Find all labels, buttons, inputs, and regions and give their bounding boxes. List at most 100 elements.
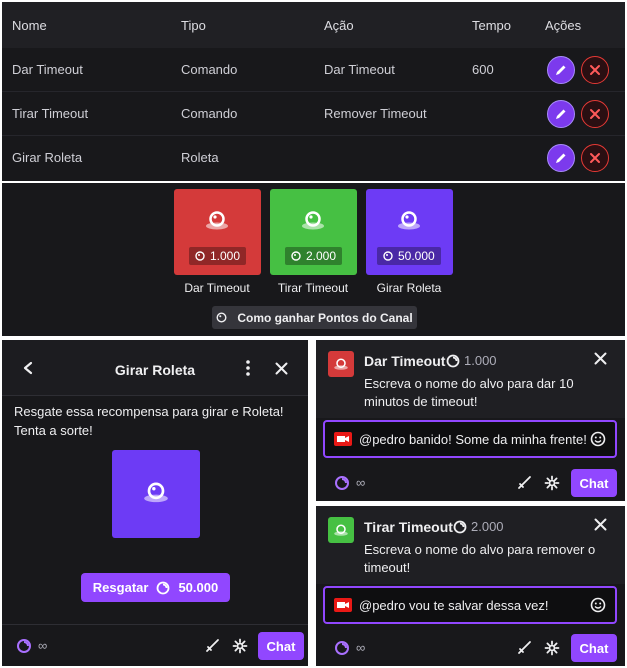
chat-input[interactable]: @pedro vou te salvar dessa vez! [323,586,617,624]
redeem-label: Resgatar [92,580,149,595]
channel-points-icon [216,312,227,323]
sword-icon[interactable] [516,640,532,656]
reward-cost-badge: 1.000 [189,247,247,265]
chat-button[interactable]: Chat [258,632,304,660]
edit-button[interactable] [547,144,575,172]
channel-points-icon [383,251,393,261]
gear-icon[interactable] [544,475,560,491]
chat-footer: ∞ Chat [316,465,625,501]
gear-icon[interactable] [544,640,560,656]
delete-button[interactable] [581,56,609,84]
edit-button[interactable] [547,100,575,128]
pencil-icon [556,109,566,119]
cell-name: Dar Timeout [12,62,83,77]
table-row: Tirar Timeout Comando Remover Timeout [2,92,625,136]
emoji-icon[interactable] [590,597,606,613]
emoji-icon[interactable] [590,431,606,447]
reward-cost: 1.000 [210,249,241,263]
how-to-earn-label: Como ganhar Pontos do Canal [237,310,413,325]
table-header: Nome Tipo Ação Tempo Ações [2,2,625,48]
gear-icon[interactable] [232,638,248,654]
more-options-icon[interactable] [245,359,251,377]
chat-panel-dar-timeout: Dar Timeout 1.000 Escreva o nome do alvo… [316,340,625,501]
reward-card-girar-roleta[interactable]: 50.000 [366,189,453,275]
channel-points-icon[interactable] [334,475,350,491]
channel-points-icon [446,354,460,367]
close-icon[interactable] [275,362,288,375]
how-to-earn-button[interactable]: Como ganhar Pontos do Canal [212,306,417,329]
delete-button[interactable] [581,100,609,128]
close-icon[interactable] [594,518,607,531]
cell-time: 600 [472,62,494,77]
chat-input-text: @pedro vou te salvar dessa vez! [359,598,549,613]
reward-cost: 50.000 [398,249,435,263]
header-acao: Ação [324,18,354,33]
channel-points-icon [157,581,170,594]
sword-icon[interactable] [204,638,220,654]
redemption-description: Escreva o nome do alvo para dar 10 minut… [364,376,574,409]
chat-input[interactable]: @pedro banido! Some da minha frente! [323,420,617,458]
header-tempo: Tempo [472,18,512,33]
pencil-icon [556,65,566,75]
cell-type: Comando [181,62,238,77]
video-icon [334,432,352,446]
points-balance: ∞ [356,475,366,490]
edit-button[interactable] [547,56,575,84]
table-row: Dar Timeout Comando Dar Timeout 600 [2,48,625,92]
reward-cost: 2.000 [306,249,337,263]
cell-type: Comando [181,106,238,121]
redemption-cost-value: 2.000 [471,519,504,534]
close-icon [590,153,600,163]
channel-points-icon [291,251,301,261]
chat-footer: ∞ Chat [316,630,625,666]
reward-title: Dar Timeout [184,281,250,295]
channel-points-icon[interactable] [334,640,350,656]
roleta-description: Resgate essa recompensa para girar e Rol… [14,404,284,438]
chat-footer: ∞ Chat [2,624,308,666]
roleta-reward-image [112,450,200,538]
reward-title: Tirar Timeout [277,281,349,295]
chat-button[interactable]: Chat [571,469,617,497]
points-balance: ∞ [356,640,366,655]
roleta-title: Girar Roleta [114,362,196,378]
reward-icon [334,524,348,536]
cell-name: Tirar Timeout [12,106,89,121]
cell-name: Girar Roleta [12,150,83,165]
redemption-header: Dar Timeout 1.000 Escreva o nome do alvo… [316,340,625,418]
channel-points-icon[interactable] [16,638,32,654]
reward-cost-badge: 2.000 [285,247,343,265]
redemption-title: Tirar Timeout [364,519,453,535]
reward-icon [144,482,168,503]
redeem-button[interactable]: Resgatar 50.000 [81,573,230,602]
chat-button[interactable]: Chat [571,634,617,662]
sword-icon[interactable] [516,475,532,491]
reward-thumb [328,517,354,543]
points-balance: ∞ [38,638,48,653]
close-icon [590,109,600,119]
close-icon[interactable] [594,352,607,365]
reward-card-dar-timeout[interactable]: 1.000 [174,189,261,275]
reward-cost-badge: 50.000 [377,247,441,265]
channel-points-icon [195,251,205,261]
reward-card-tirar-timeout[interactable]: 2.000 [270,189,357,275]
cell-action: Remover Timeout [324,106,427,121]
reward-thumb [328,351,354,377]
redemption-title: Dar Timeout [364,353,446,369]
redemption-header: Tirar Timeout 2.000 Escreva o nome do al… [316,506,625,584]
delete-button[interactable] [581,144,609,172]
rewards-panel: 1.000 Dar Timeout 2.000 Tirar Timeout 50… [2,183,625,336]
chat-input-text: @pedro banido! Some da minha frente! [359,432,587,447]
header-tipo: Tipo [181,18,206,33]
redemption-description: Escreva o nome do alvo para remover o ti… [364,542,596,575]
video-icon [334,598,352,612]
pencil-icon [556,153,566,163]
roleta-header: Girar Roleta [2,340,308,396]
reward-icon [302,211,324,230]
chat-panel-tirar-timeout: Tirar Timeout 2.000 Escreva o nome do al… [316,506,625,666]
reward-icon [398,211,420,230]
header-acoes: Ações [545,18,582,33]
redeem-cost: 50.000 [178,580,219,595]
reward-icon [334,358,348,370]
cell-action: Dar Timeout [324,62,395,77]
redemption-cost: 2.000 [453,519,504,534]
